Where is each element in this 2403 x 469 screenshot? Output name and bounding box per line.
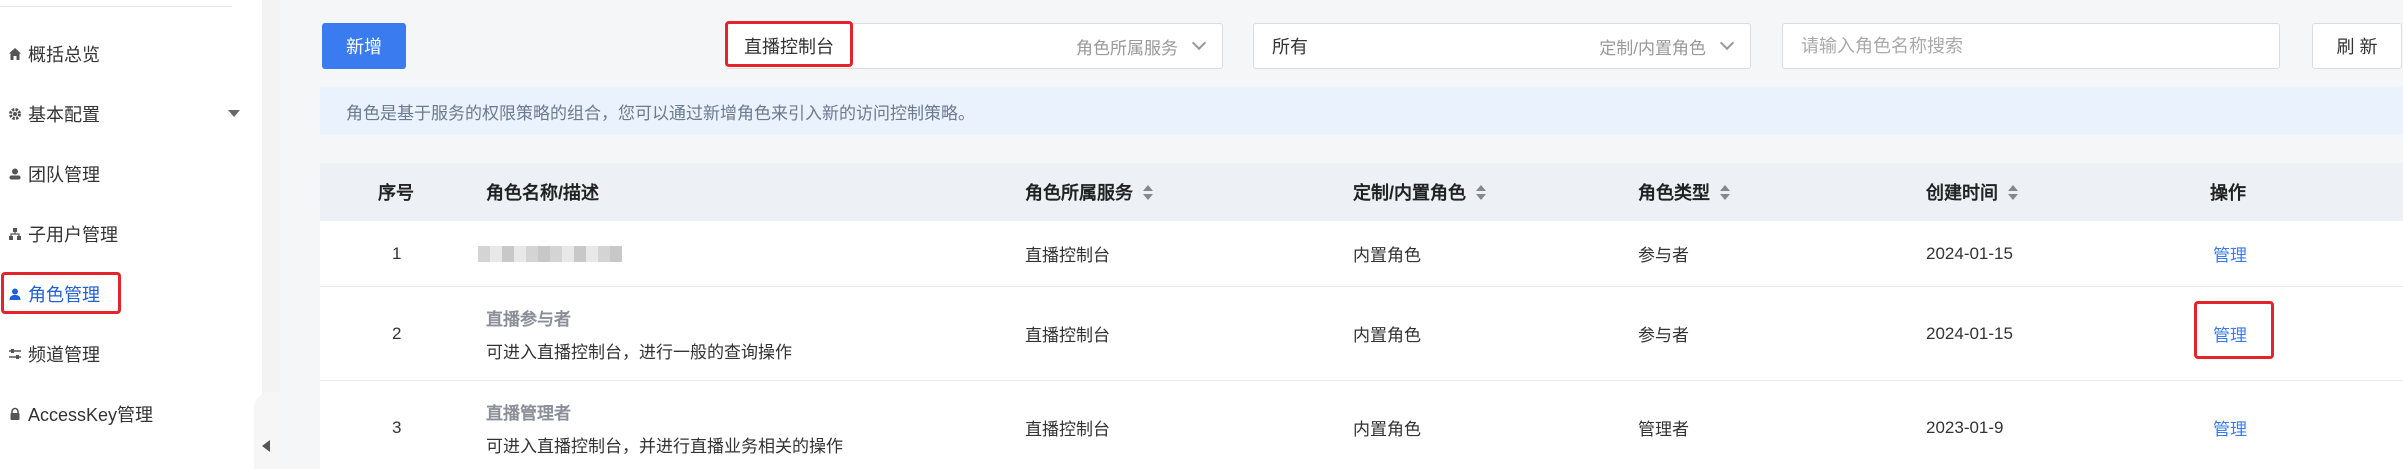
add-role-button[interactable]: 新增 [322, 23, 406, 69]
column-header-service[interactable]: 角色所属服务 [1025, 163, 1153, 221]
roles-table: 序号 角色名称/描述 角色所属服务 定制/内置角色 角色类型 创建时间 操作 1… [320, 163, 2403, 469]
column-header-index: 序号 [378, 183, 414, 203]
sort-icon [1476, 184, 1487, 200]
refresh-button[interactable]: 刷 新 [2312, 23, 2402, 69]
role-description: 可进入直播控制台，并进行直播业务相关的操作 [486, 436, 843, 456]
role-search-input[interactable] [1782, 23, 2280, 69]
chevron-down-icon [1719, 35, 1735, 51]
sidebar-item-channels[interactable]: 频道管理 [8, 337, 100, 371]
sidebar-collapse-button[interactable] [254, 392, 280, 469]
sliders-icon [8, 347, 22, 361]
row-index: 1 [392, 243, 402, 263]
user-icon [8, 287, 22, 301]
chevron-down-icon [1191, 35, 1207, 51]
sitemap-icon [8, 227, 22, 241]
table-row: 3 直播管理者 可进入直播控制台，并进行直播业务相关的操作 直播控制台 内置角色… [320, 381, 2403, 469]
column-header-created[interactable]: 创建时间 [1926, 163, 2018, 221]
role-kind-select-value: 所有 [1272, 37, 1308, 57]
role-title: 直播参与者 [486, 309, 571, 329]
role-kind-select-label: 定制/内置角色 [1599, 38, 1706, 58]
role-type: 参与者 [1638, 246, 1689, 265]
home-icon [8, 47, 22, 61]
role-type: 管理者 [1638, 420, 1689, 439]
sidebar-item-label: 基本配置 [28, 105, 100, 125]
sidebar-item-subusers[interactable]: 子用户管理 [8, 217, 118, 251]
chevron-down-icon [228, 110, 240, 117]
sort-icon [2008, 184, 2018, 200]
sidebar-item-basic-config[interactable]: 基本配置 [8, 97, 258, 131]
role-description: 可进入直播控制台，进行一般的查询操作 [486, 342, 792, 362]
role-name-redacted [478, 221, 622, 286]
role-service: 直播控制台 [1025, 420, 1110, 439]
role-created: 2024-01-15 [1926, 323, 2013, 343]
lock-icon [8, 407, 22, 421]
row-index: 3 [392, 417, 402, 437]
info-notice: 角色是基于服务的权限策略的组合，您可以通过新增角色来引入新的访问控制策略。 [320, 87, 2403, 135]
divider [0, 6, 232, 7]
sidebar-item-overview[interactable]: 概括总览 [8, 37, 100, 71]
role-created: 2023-01-9 [1926, 417, 2004, 437]
blurred-text [478, 245, 622, 262]
sort-icon [1143, 184, 1153, 200]
table-row: 1 直播控制台 内置角色 参与者 2024-01-15 管理 [320, 221, 2403, 287]
role-builtin: 内置角色 [1353, 326, 1421, 345]
table-row: 2 直播参与者 可进入直播控制台，进行一般的查询操作 直播控制台 内置角色 参与… [320, 287, 2403, 381]
table-header: 序号 角色名称/描述 角色所属服务 定制/内置角色 角色类型 创建时间 操作 [320, 163, 2403, 221]
service-select-value: 直播控制台 [744, 37, 834, 57]
column-header-label: 创建时间 [1926, 183, 1998, 203]
sidebar-item-label: 子用户管理 [28, 225, 118, 245]
column-header-label: 角色类型 [1638, 183, 1710, 203]
sidebar-item-roles[interactable]: 角色管理 [8, 277, 100, 311]
column-header-label: 定制/内置角色 [1353, 183, 1467, 203]
role-title: 直播管理者 [486, 403, 571, 423]
chevron-left-icon [262, 440, 270, 452]
sidebar-item-label: 概括总览 [28, 45, 100, 65]
column-header-type[interactable]: 角色类型 [1638, 163, 1730, 221]
role-kind-select[interactable]: 所有 定制/内置角色 [1253, 23, 1751, 69]
column-header-actions: 操作 [2210, 183, 2246, 203]
sidebar-item-label: AccessKey管理 [28, 405, 154, 425]
column-header-label: 角色所属服务 [1025, 183, 1133, 203]
sort-icon [1720, 184, 1730, 200]
row-index: 2 [392, 323, 402, 343]
manage-link[interactable]: 管理 [2213, 381, 2247, 469]
role-service: 直播控制台 [1025, 246, 1110, 265]
service-select-label: 角色所属服务 [1076, 38, 1178, 58]
sidebar-item-label: 频道管理 [28, 345, 100, 365]
role-builtin: 内置角色 [1353, 246, 1421, 265]
role-name-cell: 直播管理者 可进入直播控制台，并进行直播业务相关的操作 [486, 381, 843, 469]
sidebar-item-accesskey[interactable]: AccessKey管理 [8, 397, 153, 431]
sidebar-item-label: 角色管理 [28, 285, 100, 305]
sidebar-item-label: 团队管理 [28, 165, 100, 185]
role-service: 直播控制台 [1025, 326, 1110, 345]
manage-link[interactable]: 管理 [2213, 221, 2247, 286]
sidebar-item-team[interactable]: 团队管理 [8, 157, 100, 191]
role-type: 参与者 [1638, 326, 1689, 345]
team-icon [8, 167, 22, 181]
role-name-cell: 直播参与者 可进入直播控制台，进行一般的查询操作 [486, 287, 792, 380]
service-select[interactable]: 直播控制台 角色所属服务 [725, 23, 1223, 69]
role-created: 2024-01-15 [1926, 243, 2013, 263]
column-header-name: 角色名称/描述 [486, 183, 600, 203]
manage-link[interactable]: 管理 [2213, 287, 2247, 380]
gear-icon [8, 107, 22, 121]
role-builtin: 内置角色 [1353, 420, 1421, 439]
sidebar: 概括总览 基本配置 团队管理 子用户管理 角色管理 频道管理 AccessKey… [0, 0, 262, 469]
column-header-builtin[interactable]: 定制/内置角色 [1353, 163, 1487, 221]
